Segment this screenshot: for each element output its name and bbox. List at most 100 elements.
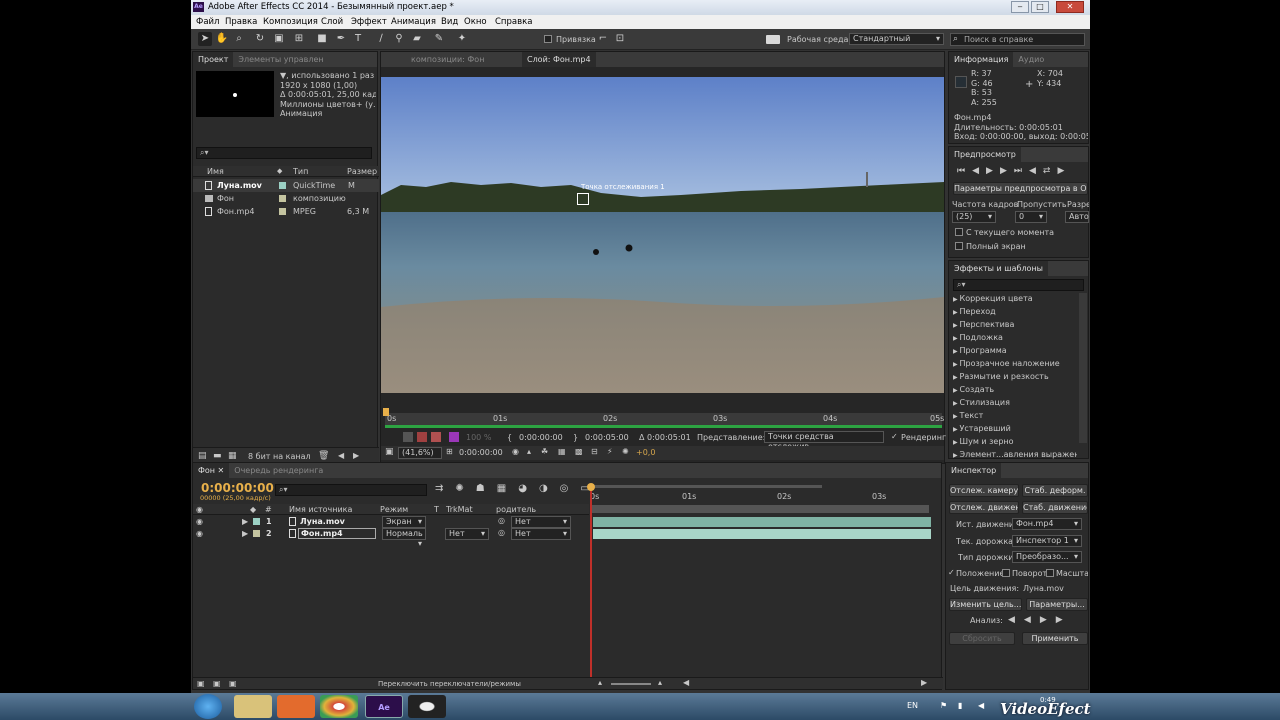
- list-item[interactable]: ▶ Создать: [949, 384, 1077, 397]
- channels-icon[interactable]: ☘: [541, 447, 548, 456]
- tab-project[interactable]: Проект: [193, 52, 234, 67]
- list-item[interactable]: ▶ Прозрачное наложение: [949, 358, 1077, 371]
- out-point-icon[interactable]: }: [573, 433, 578, 442]
- next-frame-icon[interactable]: ▶: [1000, 166, 1014, 176]
- maximize-button[interactable]: □: [1031, 1, 1049, 13]
- analyze-backward-frame-icon[interactable]: ◀: [1008, 615, 1024, 625]
- options-button[interactable]: Параметры...: [1026, 598, 1088, 611]
- warp-stabilizer-button[interactable]: Стаб. деформ.: [1022, 484, 1088, 497]
- trkmat-select[interactable]: Нет ▾: [445, 528, 489, 540]
- snapshot-icon[interactable]: ◉: [512, 447, 519, 456]
- blend-mode-select[interactable]: Нормаль ▾: [382, 528, 426, 548]
- track-camera-button[interactable]: Отслеж. камеру: [949, 484, 1019, 497]
- list-item[interactable]: ▶ Размытие и резкость: [949, 371, 1077, 384]
- track-point-handle[interactable]: [577, 193, 589, 205]
- alpha-icon[interactable]: [431, 432, 441, 442]
- menu-file[interactable]: Файл: [196, 17, 219, 27]
- list-item[interactable]: Фон.mp4 MPEG 6,3 М: [193, 205, 379, 218]
- parent-select[interactable]: Нет ▾: [511, 528, 571, 540]
- exposure-icon[interactable]: ✺: [622, 447, 629, 456]
- tab-effect-controls[interactable]: Элементы управлен: [233, 52, 328, 67]
- menu-composition[interactable]: Композиция: [263, 17, 318, 27]
- menu-help[interactable]: Справка: [495, 17, 532, 27]
- current-time[interactable]: 0:00:00:00: [519, 433, 563, 442]
- tab-audio[interactable]: Аудио: [1013, 52, 1049, 67]
- tab-effects[interactable]: Эффекты и шаблоны: [949, 261, 1048, 276]
- color-icon[interactable]: [449, 432, 459, 442]
- layer-duration-bar[interactable]: [593, 529, 931, 539]
- expand-arrow-icon[interactable]: ▶: [242, 517, 248, 526]
- effects-scrollbar[interactable]: [1079, 293, 1087, 443]
- menu-layer[interactable]: Слой: [321, 17, 343, 27]
- ram-preview-icon[interactable]: ▶: [1057, 166, 1071, 176]
- list-item[interactable]: ▶ Программа: [949, 345, 1077, 358]
- menu-animation[interactable]: Анимация: [391, 17, 436, 27]
- motion-source-select[interactable]: Фон.mp4 ▾: [1012, 518, 1082, 530]
- layer-name[interactable]: Фон.mp4: [298, 528, 376, 539]
- zoom-select[interactable]: (41,6%): [398, 447, 442, 459]
- clone-tool-icon[interactable]: ⚲: [392, 32, 406, 46]
- edit-target-button[interactable]: Изменить цель...: [949, 598, 1022, 611]
- toggle-switches-modes[interactable]: Переключить переключатели/режимы: [378, 680, 521, 688]
- expand-time-icon[interactable]: ▣: [229, 679, 237, 688]
- resolution-select[interactable]: Авто: [1065, 211, 1089, 223]
- full-screen-checkbox[interactable]: [955, 242, 963, 252]
- analyze-backward-icon[interactable]: ◀: [1024, 615, 1040, 625]
- pen-tool-icon[interactable]: ✒: [334, 32, 348, 46]
- obs-taskbar-icon[interactable]: [408, 695, 446, 718]
- new-folder-icon[interactable]: ▬: [213, 451, 222, 461]
- snap-features-icon[interactable]: ⊡: [613, 32, 627, 46]
- expand-arrow-icon[interactable]: ▶: [242, 529, 248, 538]
- parent-select[interactable]: Нет ▾: [511, 516, 571, 528]
- work-area[interactable]: [590, 485, 822, 488]
- tab-timeline-comp[interactable]: Фон ✕: [193, 463, 230, 478]
- out-time[interactable]: 0:00:05:00: [585, 433, 629, 442]
- list-item[interactable]: ▶ Подложка: [949, 332, 1077, 345]
- table-row[interactable]: ◉ ▶ 1 Луна.mov Экран ▾ ◎ Нет ▾: [193, 516, 589, 528]
- puppet-tool-icon[interactable]: ✦: [455, 32, 469, 46]
- media-player-taskbar-icon[interactable]: [277, 695, 315, 718]
- explorer-taskbar-icon[interactable]: [234, 695, 272, 718]
- audio-icon[interactable]: ◀: [1029, 166, 1043, 176]
- column-type[interactable]: Тип: [293, 167, 308, 176]
- tab-tracker[interactable]: Инспектор: [946, 463, 1002, 478]
- eye-icon[interactable]: ◉: [196, 529, 203, 538]
- hand-tool-icon[interactable]: ✋: [215, 32, 229, 46]
- current-time-display[interactable]: 0:00:00:00: [201, 481, 274, 495]
- list-item[interactable]: ▶ Элемент...авления выражения: [949, 449, 1077, 462]
- volume-icon[interactable]: ◀: [978, 701, 984, 710]
- after-effects-taskbar-icon[interactable]: Ae: [365, 695, 403, 718]
- column-mode[interactable]: Режим: [380, 505, 408, 514]
- effects-search-input[interactable]: ⌕▾: [953, 279, 1084, 291]
- layer-duration-bar[interactable]: [593, 517, 931, 527]
- track-motion-button[interactable]: Отслеж. движение: [949, 501, 1019, 514]
- layer-name[interactable]: Луна.mov: [300, 517, 345, 526]
- reset-button[interactable]: Сбросить: [949, 632, 1015, 645]
- workspace-select[interactable]: Стандартный ▾: [849, 33, 944, 45]
- list-item[interactable]: ▶ Перспектива: [949, 319, 1077, 332]
- position-checkbox[interactable]: ✓: [948, 568, 955, 577]
- column-size[interactable]: Размер: [347, 167, 377, 176]
- grid-icon[interactable]: ⊞: [446, 447, 453, 456]
- last-frame-icon[interactable]: ⏭: [1014, 166, 1029, 176]
- column-trkmat[interactable]: TrkMat: [446, 505, 473, 514]
- list-item[interactable]: ▶ Текст: [949, 410, 1077, 423]
- scroll-right-icon[interactable]: ▶: [921, 678, 927, 687]
- brainstorm-icon[interactable]: ◎: [560, 483, 581, 494]
- work-area-bar[interactable]: [385, 425, 942, 428]
- scroll-right-icon[interactable]: ▶: [353, 451, 359, 460]
- brush-tool-icon[interactable]: ∕: [374, 32, 388, 46]
- eraser-tool-icon[interactable]: ▰: [410, 32, 424, 46]
- layer-label-color[interactable]: [253, 518, 260, 525]
- list-item[interactable]: ▶ Коррекция цвета: [949, 293, 1077, 306]
- pick-whip-icon[interactable]: ◎: [498, 516, 505, 525]
- scroll-left-icon[interactable]: ◀: [683, 678, 689, 687]
- bit-depth-button[interactable]: 8 бит на канал: [248, 452, 311, 461]
- blend-mode-select[interactable]: Экран ▾: [382, 516, 426, 528]
- previous-frame-icon[interactable]: ◀: [972, 166, 986, 176]
- tab-info[interactable]: Информация: [949, 52, 1014, 67]
- rotation-checkbox[interactable]: [1002, 569, 1010, 579]
- menu-effect[interactable]: Эффект: [351, 17, 387, 27]
- interpret-footage-icon[interactable]: ▤: [198, 451, 207, 461]
- list-item[interactable]: ▶ Стилизация: [949, 397, 1077, 410]
